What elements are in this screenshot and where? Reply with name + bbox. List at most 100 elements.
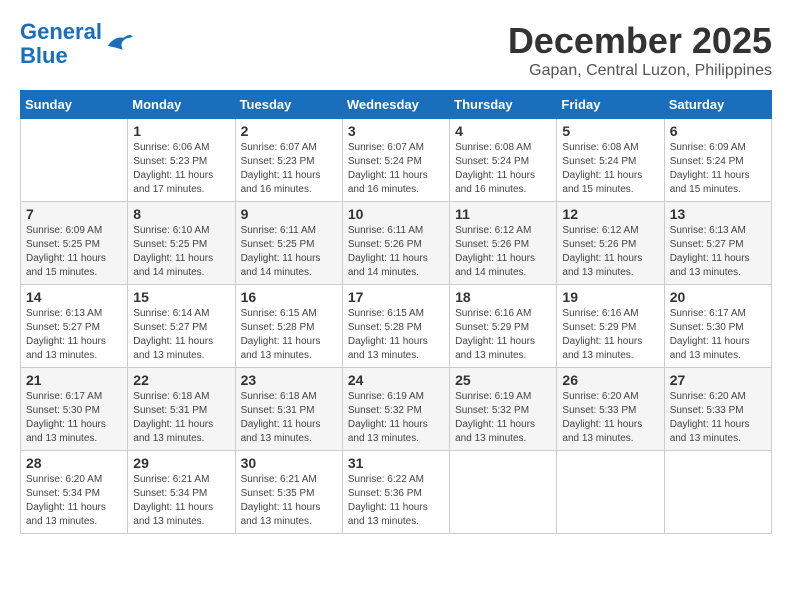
calendar-cell: 10Sunrise: 6:11 AMSunset: 5:26 PMDayligh… bbox=[342, 202, 449, 285]
day-info: Sunrise: 6:10 AMSunset: 5:25 PMDaylight:… bbox=[133, 224, 229, 280]
day-number: 19 bbox=[562, 289, 658, 305]
logo-blue: Blue bbox=[20, 43, 68, 68]
calendar-cell: 14 Sunrise: 6:13 AMSunset: 5:27 PMDayligh… bbox=[21, 285, 128, 368]
calendar-cell: 19 Sunrise: 6:16 AMSunset: 5:29 PMDayligh… bbox=[557, 285, 664, 368]
day-number: 25 bbox=[455, 372, 551, 388]
day-number: 23 bbox=[241, 372, 337, 388]
day-info: Sunrise: 6:19 AMSunset: 5:32 PMDaylight:… bbox=[455, 390, 551, 446]
calendar-cell: 8 Sunrise: 6:10 AMSunset: 5:25 PMDaylight… bbox=[128, 202, 235, 285]
calendar-cell: 17 Sunrise: 6:15 AMSunset: 5:28 PMDayligh… bbox=[342, 285, 449, 368]
calendar-cell bbox=[557, 451, 664, 534]
day-number: 18 bbox=[455, 289, 551, 305]
day-info: Sunrise: 6:13 AMSunset: 5:27 PMDaylight:… bbox=[670, 224, 766, 280]
day-number: 21 bbox=[26, 372, 122, 388]
day-info: Sunrise: 6:12 AMSunset: 5:26 PMDaylight:… bbox=[455, 224, 551, 280]
day-number: 5 bbox=[562, 123, 658, 139]
day-info: Sunrise: 6:20 AMSunset: 5:34 PMDaylight:… bbox=[26, 473, 122, 529]
day-number: 14 bbox=[26, 289, 122, 305]
day-number: 16 bbox=[241, 289, 337, 305]
calendar-week-1: 1Sunrise: 6:06 AMSunset: 5:23 PMDaylight… bbox=[21, 119, 772, 202]
calendar-cell: 21 Sunrise: 6:17 AMSunset: 5:30 PMDayligh… bbox=[21, 368, 128, 451]
location: Gapan, Central Luzon, Philippines bbox=[508, 62, 772, 80]
calendar-cell: 24 Sunrise: 6:19 AMSunset: 5:32 PMDayligh… bbox=[342, 368, 449, 451]
calendar-cell: 22Sunrise: 6:18 AMSunset: 5:31 PMDayligh… bbox=[128, 368, 235, 451]
day-info: Sunrise: 6:08 AMSunset: 5:24 PMDaylight:… bbox=[455, 141, 551, 197]
weekday-header-monday: Monday bbox=[128, 91, 235, 119]
calendar-cell: 5 Sunrise: 6:08 AMSunset: 5:24 PMDaylight… bbox=[557, 119, 664, 202]
calendar-cell: 29Sunrise: 6:21 AMSunset: 5:34 PMDayligh… bbox=[128, 451, 235, 534]
calendar-week-4: 21 Sunrise: 6:17 AMSunset: 5:30 PMDayligh… bbox=[21, 368, 772, 451]
calendar-cell: 13 Sunrise: 6:13 AMSunset: 5:27 PMDayligh… bbox=[664, 202, 771, 285]
day-number: 13 bbox=[670, 206, 766, 222]
calendar-week-5: 28 Sunrise: 6:20 AMSunset: 5:34 PMDayligh… bbox=[21, 451, 772, 534]
calendar-cell: 25 Sunrise: 6:19 AMSunset: 5:32 PMDayligh… bbox=[450, 368, 557, 451]
day-info: Sunrise: 6:15 AMSunset: 5:28 PMDaylight:… bbox=[348, 307, 444, 363]
calendar-cell bbox=[664, 451, 771, 534]
calendar-cell: 27 Sunrise: 6:20 AMSunset: 5:33 PMDayligh… bbox=[664, 368, 771, 451]
weekday-header-friday: Friday bbox=[557, 91, 664, 119]
weekday-header-wednesday: Wednesday bbox=[342, 91, 449, 119]
calendar-cell: 12Sunrise: 6:12 AMSunset: 5:26 PMDayligh… bbox=[557, 202, 664, 285]
day-number: 6 bbox=[670, 123, 766, 139]
calendar-table: SundayMondayTuesdayWednesdayThursdayFrid… bbox=[20, 90, 772, 534]
calendar-cell: 11 Sunrise: 6:12 AMSunset: 5:26 PMDayligh… bbox=[450, 202, 557, 285]
day-info: Sunrise: 6:08 AMSunset: 5:24 PMDaylight:… bbox=[562, 141, 658, 197]
day-number: 31 bbox=[348, 455, 444, 471]
day-number: 17 bbox=[348, 289, 444, 305]
calendar-week-2: 7Sunrise: 6:09 AMSunset: 5:25 PMDaylight… bbox=[21, 202, 772, 285]
calendar-cell: 18 Sunrise: 6:16 AMSunset: 5:29 PMDayligh… bbox=[450, 285, 557, 368]
day-info: Sunrise: 6:16 AMSunset: 5:29 PMDaylight:… bbox=[562, 307, 658, 363]
day-number: 10 bbox=[348, 206, 444, 222]
calendar-cell: 7Sunrise: 6:09 AMSunset: 5:25 PMDaylight… bbox=[21, 202, 128, 285]
day-info: Sunrise: 6:09 AMSunset: 5:24 PMDaylight:… bbox=[670, 141, 766, 197]
day-info: Sunrise: 6:13 AMSunset: 5:27 PMDaylight:… bbox=[26, 307, 122, 363]
day-number: 27 bbox=[670, 372, 766, 388]
weekday-header-row: SundayMondayTuesdayWednesdayThursdayFrid… bbox=[21, 91, 772, 119]
day-number: 12 bbox=[562, 206, 658, 222]
calendar-cell: 28 Sunrise: 6:20 AMSunset: 5:34 PMDayligh… bbox=[21, 451, 128, 534]
logo-text: General Blue bbox=[20, 20, 102, 68]
day-info: Sunrise: 6:20 AMSunset: 5:33 PMDaylight:… bbox=[562, 390, 658, 446]
day-info: Sunrise: 6:17 AMSunset: 5:30 PMDaylight:… bbox=[26, 390, 122, 446]
calendar-cell: 15 Sunrise: 6:14 AMSunset: 5:27 PMDayligh… bbox=[128, 285, 235, 368]
day-number: 11 bbox=[455, 206, 551, 222]
day-info: Sunrise: 6:15 AMSunset: 5:28 PMDaylight:… bbox=[241, 307, 337, 363]
calendar-cell: 1Sunrise: 6:06 AMSunset: 5:23 PMDaylight… bbox=[128, 119, 235, 202]
day-info: Sunrise: 6:11 AMSunset: 5:25 PMDaylight:… bbox=[241, 224, 337, 280]
day-info: Sunrise: 6:14 AMSunset: 5:27 PMDaylight:… bbox=[133, 307, 229, 363]
logo: General Blue bbox=[20, 20, 134, 68]
calendar-cell: 20 Sunrise: 6:17 AMSunset: 5:30 PMDayligh… bbox=[664, 285, 771, 368]
calendar-week-3: 14 Sunrise: 6:13 AMSunset: 5:27 PMDayligh… bbox=[21, 285, 772, 368]
calendar-cell: 30Sunrise: 6:21 AMSunset: 5:35 PMDayligh… bbox=[235, 451, 342, 534]
weekday-header-tuesday: Tuesday bbox=[235, 91, 342, 119]
calendar-cell: 3Sunrise: 6:07 AMSunset: 5:24 PMDaylight… bbox=[342, 119, 449, 202]
calendar-cell: 16 Sunrise: 6:15 AMSunset: 5:28 PMDayligh… bbox=[235, 285, 342, 368]
day-info: Sunrise: 6:16 AMSunset: 5:29 PMDaylight:… bbox=[455, 307, 551, 363]
day-number: 20 bbox=[670, 289, 766, 305]
calendar-cell bbox=[21, 119, 128, 202]
weekday-header-sunday: Sunday bbox=[21, 91, 128, 119]
day-info: Sunrise: 6:21 AMSunset: 5:34 PMDaylight:… bbox=[133, 473, 229, 529]
day-info: Sunrise: 6:06 AMSunset: 5:23 PMDaylight:… bbox=[133, 141, 229, 197]
page-header: General Blue December 2025 Gapan, Centra… bbox=[20, 20, 772, 80]
day-number: 15 bbox=[133, 289, 229, 305]
calendar-cell: 6 Sunrise: 6:09 AMSunset: 5:24 PMDaylight… bbox=[664, 119, 771, 202]
day-number: 4 bbox=[455, 123, 551, 139]
logo-general: General bbox=[20, 19, 102, 44]
day-number: 7 bbox=[26, 206, 122, 222]
day-number: 30 bbox=[241, 455, 337, 471]
day-info: Sunrise: 6:07 AMSunset: 5:23 PMDaylight:… bbox=[241, 141, 337, 197]
day-number: 24 bbox=[348, 372, 444, 388]
calendar-cell: 2 Sunrise: 6:07 AMSunset: 5:23 PMDaylight… bbox=[235, 119, 342, 202]
day-info: Sunrise: 6:19 AMSunset: 5:32 PMDaylight:… bbox=[348, 390, 444, 446]
calendar-cell: 9Sunrise: 6:11 AMSunset: 5:25 PMDaylight… bbox=[235, 202, 342, 285]
day-info: Sunrise: 6:20 AMSunset: 5:33 PMDaylight:… bbox=[670, 390, 766, 446]
day-info: Sunrise: 6:17 AMSunset: 5:30 PMDaylight:… bbox=[670, 307, 766, 363]
day-number: 28 bbox=[26, 455, 122, 471]
calendar-cell: 23 Sunrise: 6:18 AMSunset: 5:31 PMDayligh… bbox=[235, 368, 342, 451]
title-block: December 2025 Gapan, Central Luzon, Phil… bbox=[508, 20, 772, 80]
day-info: Sunrise: 6:18 AMSunset: 5:31 PMDaylight:… bbox=[241, 390, 337, 446]
day-number: 8 bbox=[133, 206, 229, 222]
day-info: Sunrise: 6:22 AMSunset: 5:36 PMDaylight:… bbox=[348, 473, 444, 529]
day-number: 2 bbox=[241, 123, 337, 139]
